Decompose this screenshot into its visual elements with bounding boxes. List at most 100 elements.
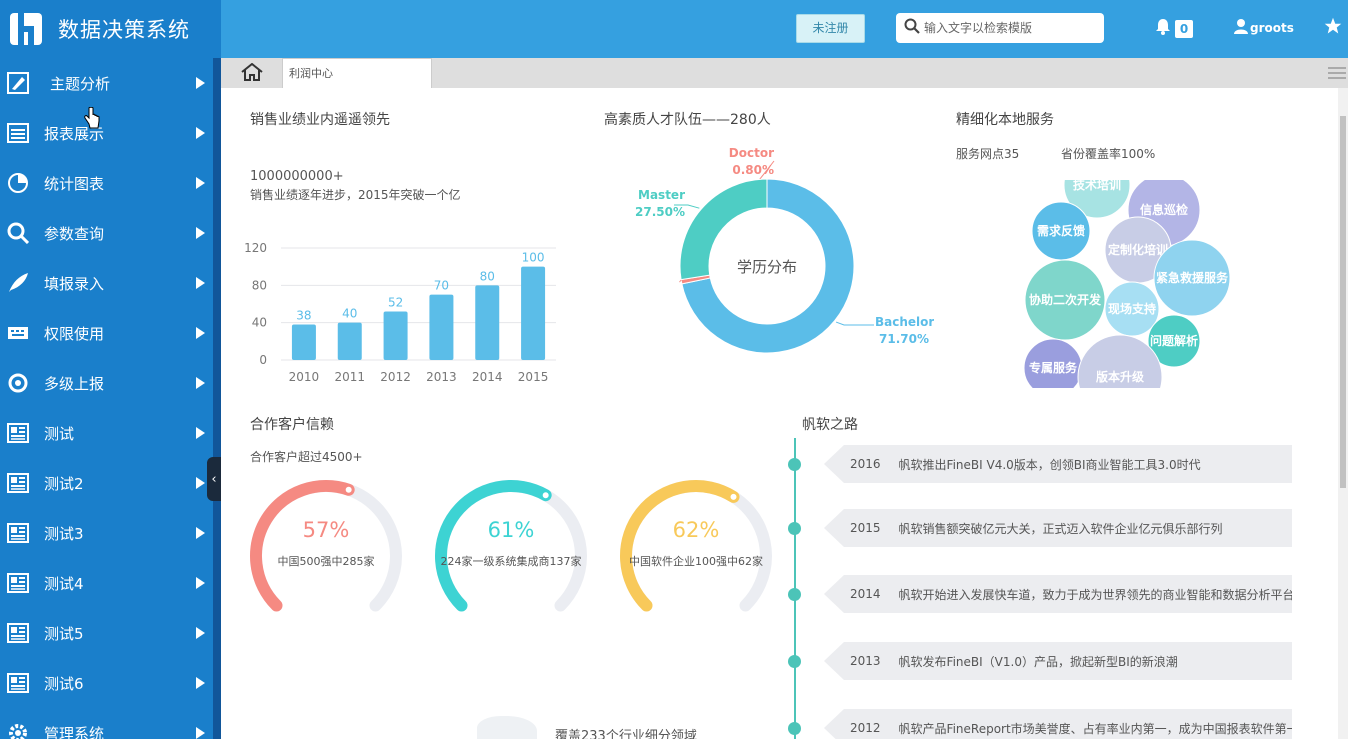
gauge-percent: 61% bbox=[487, 518, 535, 542]
sidebar-item-label: 参数查询 bbox=[44, 224, 105, 243]
gauge-arc bbox=[435, 480, 587, 612]
sidebar-item-label: 填报录入 bbox=[44, 274, 105, 293]
timeline-dot bbox=[788, 655, 801, 668]
service-bubble-label: 现场支持 bbox=[1108, 301, 1156, 316]
refresh-icon bbox=[6, 371, 30, 395]
newspaper-icon bbox=[6, 471, 30, 495]
bar-value-label: 38 bbox=[296, 309, 311, 323]
sidebar-item[interactable]: 报表展示 bbox=[0, 108, 213, 158]
service-bubble-label: 信息巡检 bbox=[1140, 202, 1188, 217]
bar-value-label: 52 bbox=[388, 295, 403, 309]
gauge-fill bbox=[435, 480, 552, 612]
sidebar-item[interactable]: 测试4 bbox=[0, 558, 213, 608]
x-tick-label: 2015 bbox=[518, 370, 549, 384]
keyboard-icon bbox=[6, 321, 30, 345]
timeline-year: 2015 bbox=[850, 521, 881, 535]
bar-value-label: 70 bbox=[434, 279, 449, 293]
sales-bar-chart: 0 40 80 120 38 2010 40 2011 52 2012 70 2013 80 2014 10… bbox=[244, 241, 556, 384]
timeline-pointer bbox=[824, 709, 844, 739]
slice-value-label: 71.70% bbox=[879, 332, 929, 346]
user-icon bbox=[1234, 19, 1248, 37]
search-box[interactable] bbox=[896, 13, 1104, 43]
chevron-right-icon bbox=[196, 227, 205, 239]
favorite-star-icon[interactable] bbox=[1324, 17, 1342, 39]
timeline-text: 帆软开始进入发展快车道，致力于成为世界领先的商业智能和数据分析平台 bbox=[898, 587, 1292, 602]
slice-name-label: Master bbox=[638, 188, 685, 202]
partners-footer: 覆盖233个行业细分领域 bbox=[555, 729, 697, 739]
service-bubble-label: 紧急救援服务 bbox=[1156, 270, 1229, 285]
timeline-dot bbox=[788, 522, 801, 535]
newspaper-icon bbox=[6, 571, 30, 595]
bar-value-label: 100 bbox=[522, 251, 545, 265]
y-tick-label: 80 bbox=[252, 278, 267, 292]
home-tab[interactable] bbox=[232, 61, 272, 87]
newspaper-icon bbox=[6, 521, 30, 545]
timeline-dot bbox=[788, 588, 801, 601]
sidebar-item-label: 测试3 bbox=[44, 524, 84, 543]
logo-area: 数据决策系统 bbox=[0, 0, 221, 58]
tab-menu-icon[interactable] bbox=[1328, 65, 1346, 84]
sidebar-item[interactable]: 填报录入 bbox=[0, 258, 213, 308]
bar bbox=[383, 311, 408, 360]
tab-profit-center[interactable]: 利润中心 bbox=[282, 58, 432, 88]
sidebar-item[interactable]: 测试5 bbox=[0, 608, 213, 658]
table-icon bbox=[6, 121, 30, 145]
service-title: 精细化本地服务 bbox=[956, 112, 1054, 128]
chevron-right-icon bbox=[196, 177, 205, 189]
sidebar-item-label: 权限使用 bbox=[44, 324, 105, 343]
app-logo-icon bbox=[10, 13, 42, 45]
sidebar-item[interactable]: 测试 bbox=[0, 408, 213, 458]
timeline-dot bbox=[788, 722, 801, 735]
scrollbar-thumb[interactable] bbox=[1340, 116, 1346, 488]
vertical-scrollbar[interactable] bbox=[1338, 88, 1348, 739]
gauge-percent: 62% bbox=[672, 518, 720, 542]
bar bbox=[475, 285, 500, 360]
sales-subtitle: 销售业绩逐年进步，2015年突破一个亿 bbox=[250, 188, 461, 202]
sidebar-item[interactable]: 测试2 bbox=[0, 458, 213, 508]
search-input[interactable] bbox=[924, 21, 1104, 35]
user-menu[interactable]: groots bbox=[1234, 19, 1294, 37]
timeline-pointer bbox=[824, 575, 844, 613]
pen-icon bbox=[6, 71, 30, 95]
gauge-percent: 57% bbox=[302, 518, 350, 542]
timeline-dot bbox=[788, 458, 801, 471]
sales-big-number: 1000000000+ bbox=[250, 169, 344, 184]
x-tick-label: 2014 bbox=[472, 370, 503, 384]
service-points: 服务网点35 bbox=[956, 147, 1020, 161]
timeline-year: 2013 bbox=[850, 654, 881, 668]
sidebar-item[interactable]: 管理系统 bbox=[0, 708, 213, 739]
chevron-right-icon bbox=[196, 77, 205, 89]
sidebar-collapse-handle[interactable]: ‹ bbox=[207, 457, 221, 501]
slice-name-label: Bachelor bbox=[875, 315, 934, 329]
notification-button[interactable]: 0 bbox=[1155, 18, 1193, 39]
sidebar-item-label: 管理系统 bbox=[44, 724, 105, 739]
chevron-right-icon bbox=[196, 427, 205, 439]
newspaper-icon bbox=[6, 421, 30, 445]
gauge-fill bbox=[250, 480, 355, 612]
app-title: 数据决策系统 bbox=[58, 18, 190, 42]
sidebar-item[interactable]: 测试3 bbox=[0, 508, 213, 558]
sidebar-item-label: 测试4 bbox=[44, 574, 84, 593]
register-button[interactable]: 未注册 bbox=[796, 14, 865, 43]
sidebar-item[interactable]: 测试6 bbox=[0, 658, 213, 708]
service-bubble-label: 版本升级 bbox=[1096, 369, 1144, 384]
partner-gauge: 57% 中国500强中285家 bbox=[246, 478, 406, 618]
timeline-year: 2014 bbox=[850, 587, 881, 601]
service-bubble-label: 问题解析 bbox=[1150, 333, 1198, 348]
magnifier-icon bbox=[6, 221, 30, 245]
timeline-text: 帆软产品FineReport市场美誉度、占有率业内第一，成为中国报表软件第一 bbox=[898, 721, 1292, 736]
chevron-right-icon bbox=[196, 677, 205, 689]
timeline-text: 帆软推出FineBI V4.0版本，创领BI商业智能工具3.0时代 bbox=[898, 457, 1201, 472]
sidebar-item[interactable]: 统计图表 bbox=[0, 158, 213, 208]
sidebar-item-label: 多级上报 bbox=[44, 374, 105, 393]
partner-gauge: 62% 中国软件企业100强中62家 bbox=[616, 478, 776, 618]
chevron-right-icon bbox=[196, 577, 205, 589]
slice-leader-line bbox=[835, 321, 874, 326]
gauge-end-dot bbox=[728, 491, 739, 502]
sidebar-item[interactable]: 多级上报 bbox=[0, 358, 213, 408]
service-bubble-label: 技术培训 bbox=[1073, 180, 1121, 192]
sidebar-item-label: 测试5 bbox=[44, 624, 84, 643]
sidebar-item[interactable]: 参数查询 bbox=[0, 208, 213, 258]
sidebar-item[interactable]: 主题分析 bbox=[0, 58, 213, 108]
sidebar-item[interactable]: 权限使用 bbox=[0, 308, 213, 358]
